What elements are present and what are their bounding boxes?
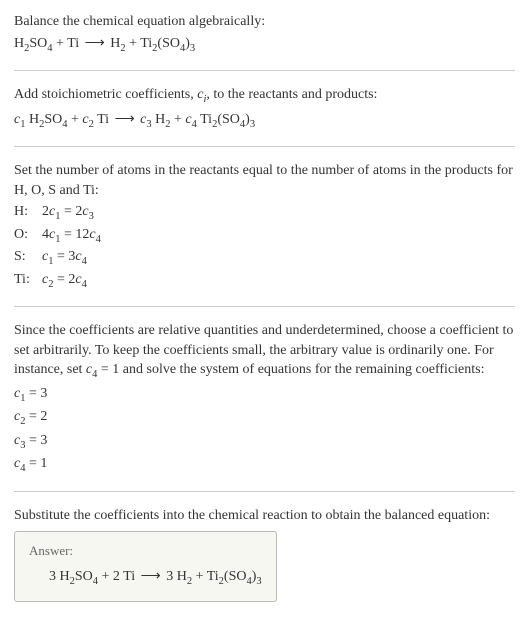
explanation-section: Since the coefficients are relative quan… <box>14 321 515 477</box>
atom-balance-intro: Set the number of atoms in the reactants… <box>14 161 515 200</box>
coefficient-values: c1 = 3 c2 = 2 c3 = 3 c4 = 1 <box>14 384 515 477</box>
unbalanced-equation: H2SO4 + Ti ⟶ H2 + Ti2(SO4)3 <box>14 34 515 56</box>
answer-box: Answer: 3 H2SO4 + 2 Ti ⟶ 3 H2 + Ti2(SO4)… <box>14 531 277 602</box>
final-section: Substitute the coefficients into the che… <box>14 506 515 602</box>
coefficients-section: Add stoichiometric coefficients, ci, to … <box>14 85 515 132</box>
coef-value: c2 = 2 <box>14 407 515 429</box>
divider <box>14 146 515 147</box>
balanced-equation: 3 H2SO4 + 2 Ti ⟶ 3 H2 + Ti2(SO4)3 <box>29 567 262 589</box>
divider <box>14 70 515 71</box>
coeff-equation: c1 H2SO4 + c2 Ti ⟶ c3 H2 + c4 Ti2(SO4)3 <box>14 110 515 132</box>
atom-row: S: c1 = 3c4 <box>14 247 515 269</box>
atom-balance-table: H: 2c1 = 2c3 O: 4c1 = 12c4 S: c1 = 3c4 T… <box>14 202 515 292</box>
arrow-icon: ⟶ <box>139 567 163 587</box>
arrow-icon: ⟶ <box>113 110 137 130</box>
coeffs-intro: Add stoichiometric coefficients, ci, to … <box>14 85 515 107</box>
coef-value: c1 = 3 <box>14 384 515 406</box>
coef-value: c3 = 3 <box>14 431 515 453</box>
final-intro: Substitute the coefficients into the che… <box>14 506 515 526</box>
atom-row: O: 4c1 = 12c4 <box>14 225 515 247</box>
coef-value: c4 = 1 <box>14 454 515 476</box>
divider <box>14 491 515 492</box>
atom-row: H: 2c1 = 2c3 <box>14 202 515 224</box>
intro-section: Balance the chemical equation algebraica… <box>14 12 515 56</box>
intro-text: Balance the chemical equation algebraica… <box>14 12 515 32</box>
arrow-icon: ⟶ <box>83 34 107 54</box>
atom-balance-section: Set the number of atoms in the reactants… <box>14 161 515 292</box>
divider <box>14 306 515 307</box>
answer-label: Answer: <box>29 542 262 560</box>
explanation-text: Since the coefficients are relative quan… <box>14 321 515 383</box>
atom-row: Ti: c2 = 2c4 <box>14 270 515 292</box>
